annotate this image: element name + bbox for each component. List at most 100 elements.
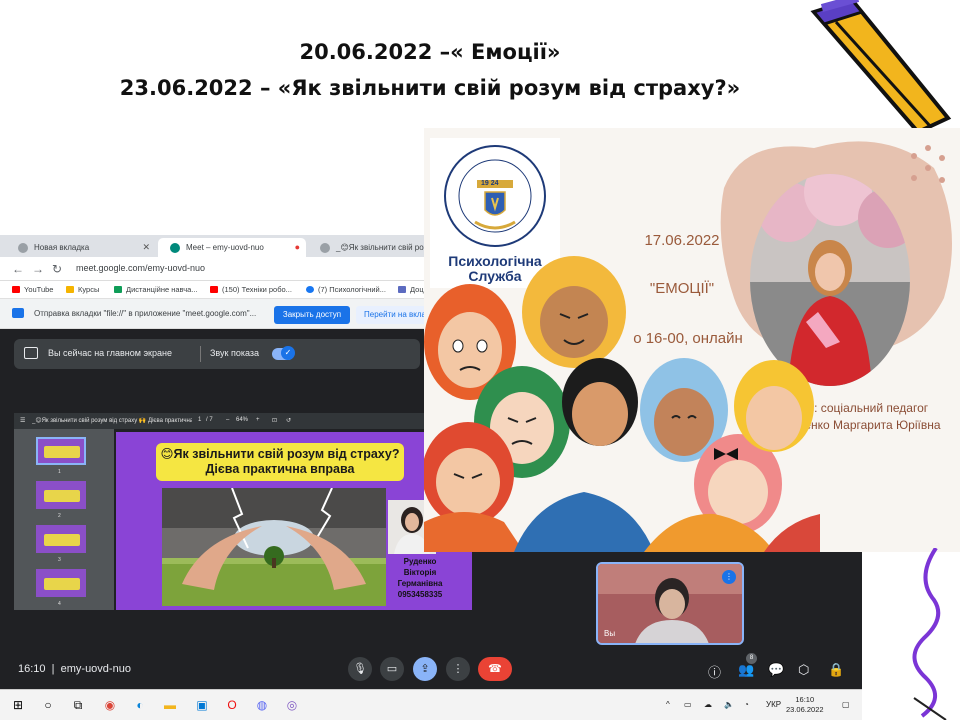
tab-label: _😊Як звільнити свій розу bbox=[336, 243, 428, 252]
opera-icon[interactable]: O bbox=[224, 697, 240, 713]
reload-icon[interactable]: ↻ bbox=[52, 262, 62, 276]
tray-app-icon[interactable]: ▭ bbox=[684, 700, 692, 709]
microphone-button[interactable]: 🎙 bbox=[348, 657, 372, 681]
back-icon[interactable]: ← bbox=[12, 262, 24, 276]
network-icon[interactable]: ☁ bbox=[704, 700, 712, 709]
edge-icon[interactable]: ◐ bbox=[132, 697, 148, 713]
tab-label: Meet – emy-uovd-nuo bbox=[186, 243, 264, 252]
cast-icon bbox=[12, 308, 24, 318]
menu-icon[interactable]: ☰ bbox=[20, 417, 25, 424]
notifications-icon[interactable]: ▢ bbox=[842, 700, 850, 709]
thumbnail-page[interactable] bbox=[36, 481, 86, 509]
self-video-tile[interactable]: ⋮ Вы bbox=[596, 562, 744, 645]
zoom-in-icon[interactable]: + bbox=[256, 417, 260, 423]
leave-call-button[interactable]: ☎ bbox=[478, 657, 512, 681]
windows-start-icon[interactable]: ⊞ bbox=[10, 697, 26, 713]
url-field[interactable]: meet.google.com/emy-uovd-nuo bbox=[76, 263, 205, 273]
close-icon[interactable]: ✕ bbox=[142, 242, 150, 253]
thumbnail-page[interactable] bbox=[36, 525, 86, 553]
bookmark-distance[interactable]: Дистанційне навча... bbox=[114, 285, 198, 294]
meet-icon bbox=[170, 243, 180, 253]
shield-icon bbox=[398, 286, 406, 293]
sound-label: Звук показа bbox=[210, 348, 260, 358]
presenter-firstname: Вікторія bbox=[403, 568, 437, 577]
presenter-surname: Руденко bbox=[403, 557, 437, 566]
pdf-page[interactable]: 1 bbox=[198, 417, 201, 423]
search-icon[interactable]: ○ bbox=[40, 697, 56, 713]
wifi-icon[interactable]: ◔ bbox=[744, 700, 749, 709]
zoom-out-icon[interactable]: – bbox=[226, 417, 229, 423]
slide-subtitle: Дієва практична вправа bbox=[205, 462, 355, 476]
stop-sharing-button[interactable]: Закрыть доступ bbox=[274, 306, 350, 324]
sound-toggle[interactable] bbox=[272, 346, 295, 360]
file-explorer-icon[interactable]: ▬ bbox=[162, 697, 178, 713]
browser-tab-new[interactable]: Новая вкладка ✕ bbox=[6, 238, 156, 257]
bookmark-label: YouTube bbox=[24, 285, 54, 294]
rotate-icon[interactable]: ↺ bbox=[286, 417, 291, 424]
youtube-icon bbox=[12, 286, 20, 293]
facebook-icon bbox=[306, 286, 314, 293]
bookmark-other[interactable]: Доц bbox=[398, 285, 424, 294]
volume-icon[interactable]: 🔈 bbox=[724, 700, 734, 709]
browser-tab-meet[interactable]: Meet – emy-uovd-nuo ● bbox=[158, 238, 306, 257]
people-icon[interactable]: 👥 bbox=[738, 662, 754, 678]
self-label: Вы bbox=[604, 629, 616, 638]
more-options-button[interactable]: ⋮ bbox=[446, 657, 470, 681]
thumbnail-number: 1 bbox=[58, 469, 61, 475]
bookmark-label: Доц bbox=[410, 285, 424, 294]
taskbar-clock[interactable]: 16:10 23.06.2022 bbox=[786, 695, 824, 715]
viber-icon[interactable]: ◎ bbox=[284, 697, 300, 713]
discord-icon[interactable]: ◍ bbox=[254, 697, 270, 713]
present-button[interactable]: ⇪ bbox=[413, 657, 437, 681]
storm-hands-image bbox=[162, 488, 386, 606]
bookmark-techniques[interactable]: (150) Техніки робо... bbox=[210, 285, 292, 294]
thumbnail-number: 2 bbox=[58, 513, 61, 519]
meeting-code: emy-uovd-nuo bbox=[60, 663, 131, 675]
store-icon[interactable]: ▣ bbox=[194, 697, 210, 713]
thumbnail-number: 3 bbox=[58, 557, 61, 563]
activities-icon[interactable]: ⬡ bbox=[798, 662, 809, 678]
pdf-zoom[interactable]: 64% bbox=[236, 417, 248, 423]
tray-chevron-icon[interactable]: ^ bbox=[666, 700, 670, 709]
presenter-patronymic: Германівна bbox=[397, 579, 443, 588]
presenter-phone: 0953458335 bbox=[397, 590, 443, 599]
youtube-icon bbox=[210, 286, 218, 293]
squiggle-decoration-icon bbox=[912, 548, 947, 720]
slide-title-box: 😊Як звільнити свій розум від страху? Діє… bbox=[156, 443, 404, 481]
speaking-indicator-icon: ⋮ bbox=[722, 570, 736, 584]
tab-label: Новая вкладка bbox=[34, 243, 90, 252]
thumbnail-page[interactable] bbox=[36, 569, 86, 597]
pdf-page-count: / 7 bbox=[206, 417, 213, 423]
emotions-faces-illustration bbox=[424, 256, 820, 552]
share-info-text: Отправка вкладки "file://" в приложение … bbox=[34, 309, 257, 318]
input-language[interactable]: УКР bbox=[766, 700, 781, 709]
windows-taskbar: ⊞ ○ ⧉ ◉ ◐ ▬ ▣ O ◍ ◎ ^ ▭ ☁ 🔈 ◔ УКР 16:10 2… bbox=[0, 689, 862, 720]
globe-icon bbox=[320, 243, 330, 253]
chrome-icon bbox=[18, 243, 28, 253]
bookmark-courses[interactable]: Курсы bbox=[66, 285, 99, 294]
present-icon bbox=[24, 347, 38, 359]
camera-button[interactable]: ▭ bbox=[380, 657, 404, 681]
presenting-banner: Вы сейчас на главном экране Звук показа bbox=[14, 339, 420, 369]
logo-year: 19 24 bbox=[481, 180, 499, 187]
event-poster: 19 24 Психологічна Служба 17.06.2022 "ЕМ… bbox=[424, 128, 960, 552]
slide-title-line-1: 20.06.2022 –« Емоції» bbox=[299, 40, 561, 64]
bookmark-label: (7) Психологічний... bbox=[318, 285, 386, 294]
slide-title-line-2: 23.06.2022 – «Як звільнити свій розум ві… bbox=[119, 76, 741, 100]
bookmark-psychology[interactable]: (7) Психологічний... bbox=[306, 285, 386, 294]
host-controls-icon[interactable]: 🔒 bbox=[828, 662, 844, 678]
meeting-time: 16:10 | emy-uovd-nuo bbox=[18, 663, 131, 675]
chrome-taskbar-icon[interactable]: ◉ bbox=[102, 697, 118, 713]
forward-icon[interactable]: → bbox=[32, 262, 44, 276]
bookmark-label: Курсы bbox=[78, 285, 100, 294]
browser-tab-pdf[interactable]: _😊Як звільнити свій розу bbox=[308, 238, 428, 257]
bookmark-youtube[interactable]: YouTube bbox=[12, 285, 53, 294]
recording-dot-icon: ● bbox=[294, 242, 300, 252]
thumbnail-number: 4 bbox=[58, 601, 61, 607]
chat-icon[interactable]: 💬 bbox=[768, 662, 784, 678]
task-view-icon[interactable]: ⧉ bbox=[70, 697, 86, 713]
thumbnail-page[interactable] bbox=[36, 437, 86, 465]
info-icon[interactable]: ⓘ bbox=[708, 662, 721, 681]
meet-control-bar: 16:10 | emy-uovd-nuo 🎙 ▭ ⇪ ⋮ ☎ ⓘ 👥 8 💬 ⬡… bbox=[0, 649, 862, 689]
fit-icon[interactable]: ⊡ bbox=[272, 417, 277, 424]
